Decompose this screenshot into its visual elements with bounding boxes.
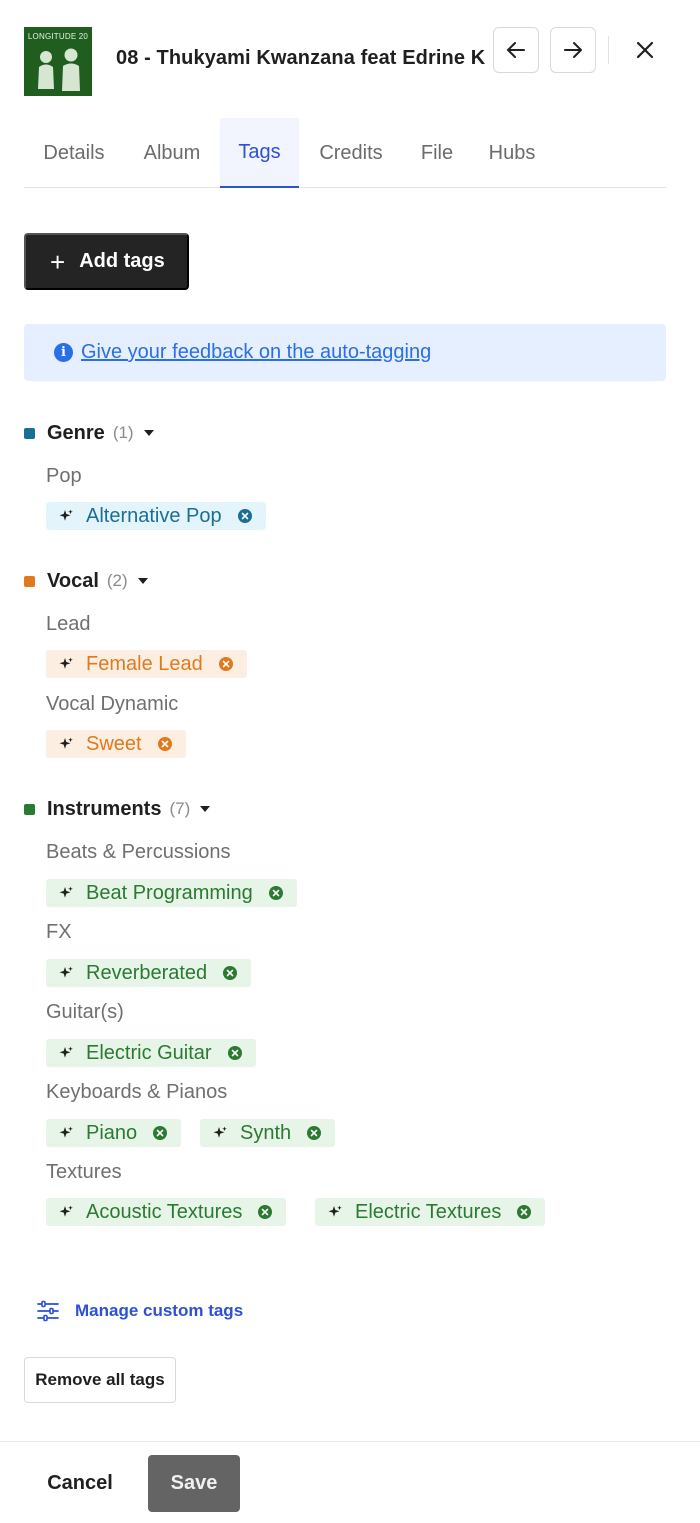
tag-label: Female Lead (86, 652, 203, 675)
sparkle-icon (59, 657, 73, 671)
track-title: 08 - Thukyami Kwanzana feat Edrine K (116, 47, 486, 69)
subcategory-label: Beats & Percussions (46, 841, 231, 863)
tag-label: Reverberated (86, 961, 208, 984)
tab-tags[interactable]: Tags (220, 118, 299, 188)
remove-tag-icon[interactable] (307, 1126, 322, 1140)
tag-chip: Acoustic Textures (46, 1198, 287, 1226)
tag-chip: Electric Guitar (46, 1039, 256, 1067)
manage-custom-tags-link[interactable]: Manage custom tags (36, 1297, 243, 1325)
sparkle-icon (59, 509, 73, 523)
add-tags-label: Add tags (79, 250, 165, 272)
auto-tagging-info-banner: i Give your feedback on the auto-tagging (24, 324, 666, 381)
sparkle-icon (59, 966, 73, 980)
remove-tag-icon[interactable] (237, 509, 252, 523)
scroll-fade (24, 1258, 666, 1284)
tab-album[interactable]: Album (124, 118, 220, 188)
manage-custom-tags-label: Manage custom tags (75, 1301, 244, 1320)
cover-figure-left (38, 51, 54, 89)
tag-label: Alternative Pop (86, 504, 222, 527)
tag-chip: Female Lead (46, 650, 247, 678)
vocal-color-dot (24, 575, 35, 587)
remove-tag-icon[interactable] (268, 886, 283, 900)
feedback-link[interactable]: Give your feedback on the auto-tagging (81, 341, 431, 364)
info-icon: i (54, 343, 73, 362)
tag-label: Electric Guitar (86, 1041, 212, 1064)
tag-label: Electric Textures (355, 1200, 502, 1223)
subcategory-label: Guitar(s) (46, 1001, 124, 1023)
tag-chip: Reverberated (46, 959, 252, 987)
caret-down-icon[interactable] (143, 430, 154, 436)
subcategory-label: Vocal Dynamic (46, 693, 179, 715)
remove-tag-icon[interactable] (157, 737, 172, 751)
cover-figure-right (62, 48, 80, 91)
subcategory-label: Pop (46, 465, 82, 487)
tag-chip: Synth (200, 1119, 336, 1147)
next-track-button[interactable] (550, 27, 596, 73)
save-button[interactable]: Save (148, 1455, 240, 1512)
category-name: Instruments (47, 797, 162, 820)
tag-label: Beat Programming (86, 881, 253, 904)
track-header: LONGITUDE 20 08 - Thukyami Kwanzana feat… (24, 27, 676, 96)
sparkle-icon (59, 1046, 73, 1060)
tag-chip: Alternative Pop (46, 502, 266, 530)
sparkle-icon (59, 1205, 73, 1219)
previous-track-button[interactable] (493, 27, 539, 73)
sparkle-icon (328, 1205, 342, 1219)
remove-tag-icon[interactable] (153, 1126, 168, 1140)
sparkle-icon (213, 1126, 227, 1140)
plus-icon: + (50, 246, 66, 277)
sparkle-icon (59, 1126, 73, 1140)
close-icon (636, 41, 654, 59)
tab-file[interactable]: File (403, 118, 471, 188)
header-divider (608, 36, 609, 64)
add-tags-button[interactable]: + Add tags (24, 233, 189, 290)
album-cover: LONGITUDE 20 (24, 27, 92, 96)
category-genre-header[interactable]: Genre (1) (24, 420, 154, 446)
remove-tag-icon[interactable] (223, 966, 238, 980)
tag-label: Acoustic Textures (86, 1200, 243, 1223)
sliders-icon (37, 1300, 59, 1322)
tag-chip: Sweet (46, 730, 186, 758)
subcategory-label: FX (46, 921, 72, 943)
category-count: (7) (169, 799, 191, 818)
remove-tag-icon[interactable] (517, 1205, 532, 1219)
tab-hubs[interactable]: Hubs (471, 118, 553, 188)
category-count: (1) (112, 423, 134, 442)
tag-chip: Piano (46, 1119, 182, 1147)
subcategory-label: Textures (46, 1161, 122, 1183)
tab-bar: Details Album Tags Credits File Hubs (24, 118, 666, 188)
tab-details[interactable]: Details (24, 118, 124, 188)
remove-tag-icon[interactable] (218, 657, 233, 671)
remove-tag-icon[interactable] (258, 1205, 273, 1219)
footer-bar: Cancel Save (0, 1441, 700, 1523)
sparkle-icon (59, 886, 73, 900)
sparkle-icon (59, 737, 73, 751)
remove-tag-icon[interactable] (227, 1046, 242, 1060)
cancel-button[interactable]: Cancel (24, 1455, 136, 1512)
caret-down-icon[interactable] (200, 806, 211, 812)
category-instruments-header[interactable]: Instruments (7) (24, 796, 211, 822)
category-name: Genre (47, 421, 105, 444)
category-name: Vocal (47, 569, 99, 592)
tab-credits[interactable]: Credits (299, 118, 403, 188)
caret-down-icon[interactable] (137, 578, 148, 584)
close-button[interactable] (622, 27, 668, 73)
subcategory-label: Lead (46, 613, 91, 635)
arrow-right-icon (564, 42, 582, 58)
category-count: (2) (106, 571, 128, 590)
tag-chip: Beat Programming (46, 879, 297, 907)
cover-text: LONGITUDE 20 (27, 32, 89, 41)
instruments-color-dot (24, 803, 35, 815)
subcategory-label: Keyboards & Pianos (46, 1081, 228, 1103)
tag-label: Synth (240, 1121, 292, 1144)
remove-all-tags-button[interactable]: Remove all tags (24, 1357, 176, 1403)
tag-chip: Electric Textures (315, 1198, 546, 1226)
category-vocal-header[interactable]: Vocal (2) (24, 568, 148, 594)
arrow-left-icon (507, 42, 525, 58)
tag-label: Piano (86, 1121, 138, 1144)
genre-color-dot (24, 427, 35, 439)
tag-label: Sweet (86, 732, 142, 755)
